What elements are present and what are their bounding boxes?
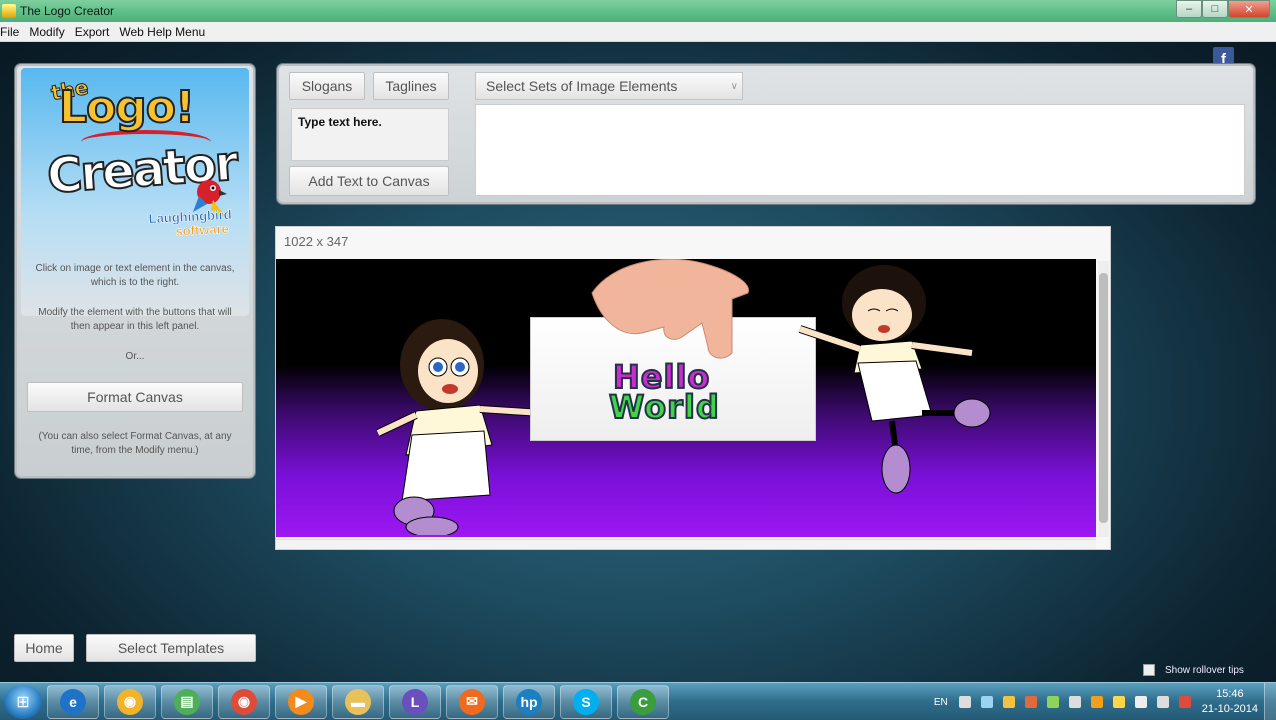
internet-explorer-icon: e bbox=[60, 688, 86, 715]
tray-sync-icon[interactable] bbox=[1046, 696, 1059, 708]
taskbar: ⊞ e ◉ ▤ ◉ ▶ ▬ L ✉ hp S C EN 15:46 21-10-2014 bbox=[0, 682, 1276, 720]
menu-modify[interactable]: Modify bbox=[24, 25, 69, 39]
home-button[interactable]: Home bbox=[14, 634, 74, 662]
system-tray: EN 15:46 21-10-2014 bbox=[934, 683, 1276, 720]
clock[interactable]: 15:46 21-10-2014 bbox=[1202, 687, 1258, 717]
text-and-image-panel: Slogans Taglines Type text here. Add Tex… bbox=[277, 64, 1255, 204]
app-icon bbox=[2, 4, 16, 18]
menu-web-help[interactable]: Web Help Menu bbox=[114, 25, 210, 39]
hp-icon: hp bbox=[516, 688, 542, 715]
add-text-button[interactable]: Add Text to Canvas bbox=[289, 166, 449, 196]
skype-taskbar-button[interactable]: S bbox=[560, 684, 612, 719]
hp-taskbar-button[interactable]: hp bbox=[503, 684, 555, 719]
logo-word-text: Logo! bbox=[58, 81, 196, 134]
chrome-canary-taskbar-button[interactable]: ◉ bbox=[104, 684, 156, 719]
world-text[interactable]: World bbox=[608, 390, 720, 424]
file-manager-taskbar-button[interactable]: ▤ bbox=[161, 684, 213, 719]
tray-update-icon[interactable] bbox=[1090, 696, 1103, 708]
left-girl-image[interactable] bbox=[372, 305, 552, 535]
tray-flag-icon[interactable] bbox=[958, 696, 971, 708]
internet-explorer-taskbar-button[interactable]: e bbox=[47, 684, 99, 719]
canvas-vertical-scrollbar[interactable] bbox=[1098, 261, 1109, 537]
tray-network-icon[interactable] bbox=[980, 696, 993, 708]
slogans-button[interactable]: Slogans bbox=[289, 72, 365, 100]
folder-taskbar-button[interactable]: ▬ bbox=[332, 684, 384, 719]
folder-icon: ▬ bbox=[345, 688, 371, 715]
right-girl-image[interactable] bbox=[776, 263, 1006, 503]
menu-file[interactable]: File bbox=[0, 25, 24, 39]
media-player-icon: ▶ bbox=[288, 688, 314, 715]
chevron-down-icon: ∨ bbox=[730, 80, 738, 92]
chrome-taskbar-button[interactable]: ◉ bbox=[218, 684, 270, 719]
taskbar-apps: e ◉ ▤ ◉ ▶ ▬ L ✉ hp S C bbox=[42, 684, 669, 719]
skype-icon: S bbox=[573, 688, 599, 715]
close-button[interactable]: ✕ bbox=[1228, 0, 1270, 18]
rollover-tips-label: Show rollover tips bbox=[1165, 664, 1244, 676]
canvas-horizontal-scrollbar[interactable] bbox=[276, 539, 1096, 549]
tray-app-icon[interactable] bbox=[1024, 696, 1037, 708]
tray-alert-icon[interactable] bbox=[1178, 696, 1191, 708]
minimize-button[interactable]: – bbox=[1176, 0, 1202, 18]
clock-time: 15:46 bbox=[1216, 688, 1244, 700]
instruction-1: Click on image or text element in the ca… bbox=[35, 263, 235, 288]
tray-signal-icon[interactable] bbox=[1134, 696, 1147, 708]
tray-volume-icon[interactable] bbox=[1156, 696, 1169, 708]
menu-export[interactable]: Export bbox=[70, 25, 115, 39]
window-controls: – □ ✕ bbox=[1176, 0, 1270, 18]
format-canvas-note: (You can also select Format Canvas, at a… bbox=[38, 431, 232, 456]
format-canvas-button[interactable]: Format Canvas bbox=[27, 382, 243, 412]
image-elements-area[interactable] bbox=[475, 104, 1245, 196]
image-sets-dropdown[interactable]: Select Sets of Image Elements ∨ bbox=[475, 72, 743, 100]
brand-logo: Laughingbird software bbox=[148, 207, 232, 240]
menu-bar: File Modify Export Web Help Menu bbox=[0, 22, 1276, 42]
maximize-button[interactable]: □ bbox=[1202, 0, 1228, 18]
language-indicator[interactable]: EN bbox=[934, 697, 948, 708]
title-bar: The Logo Creator – □ ✕ bbox=[0, 0, 1276, 22]
select-templates-button[interactable]: Select Templates bbox=[86, 634, 256, 662]
logo-creator-icon: L bbox=[402, 688, 428, 715]
left-panel: the Logo! Creator Laughingbird software … bbox=[15, 64, 255, 478]
mail-icon: ✉ bbox=[459, 688, 485, 715]
tray-usb-icon[interactable] bbox=[1068, 696, 1081, 708]
logo-creator-taskbar-button[interactable]: L bbox=[389, 684, 441, 719]
rollover-tips-checkbox[interactable] bbox=[1143, 664, 1155, 676]
canvas-panel: 1022 x 347 Hello World bbox=[275, 226, 1111, 550]
text-input[interactable]: Type text here. bbox=[291, 108, 449, 161]
taglines-button[interactable]: Taglines bbox=[373, 72, 449, 100]
tray-security-icon[interactable] bbox=[1112, 696, 1125, 708]
window-title: The Logo Creator bbox=[20, 4, 115, 18]
design-canvas[interactable]: Hello World bbox=[276, 259, 1096, 537]
tray-power-icon[interactable] bbox=[1002, 696, 1015, 708]
start-button[interactable]: ⊞ bbox=[4, 684, 42, 719]
chrome-icon: ◉ bbox=[231, 688, 257, 715]
mail-taskbar-button[interactable]: ✉ bbox=[446, 684, 498, 719]
file-manager-icon: ▤ bbox=[174, 688, 200, 715]
camtasia-icon: C bbox=[630, 688, 656, 715]
scroll-thumb[interactable] bbox=[1099, 273, 1108, 523]
hand-image[interactable] bbox=[582, 259, 752, 363]
show-desktop-button[interactable] bbox=[1264, 683, 1276, 720]
image-sets-label: Select Sets of Image Elements bbox=[486, 78, 678, 94]
media-player-taskbar-button[interactable]: ▶ bbox=[275, 684, 327, 719]
brand-bottom-text: software bbox=[174, 221, 230, 239]
show-rollover-tips[interactable]: Show rollover tips bbox=[1143, 664, 1244, 676]
canvas-size-label: 1022 x 347 bbox=[284, 234, 349, 249]
chrome-canary-icon: ◉ bbox=[117, 688, 143, 715]
instruction-2: Modify the element with the buttons that… bbox=[38, 307, 232, 332]
clock-date: 21-10-2014 bbox=[1201, 703, 1258, 715]
camtasia-taskbar-button[interactable]: C bbox=[617, 684, 669, 719]
instruction-or: Or... bbox=[125, 351, 145, 362]
